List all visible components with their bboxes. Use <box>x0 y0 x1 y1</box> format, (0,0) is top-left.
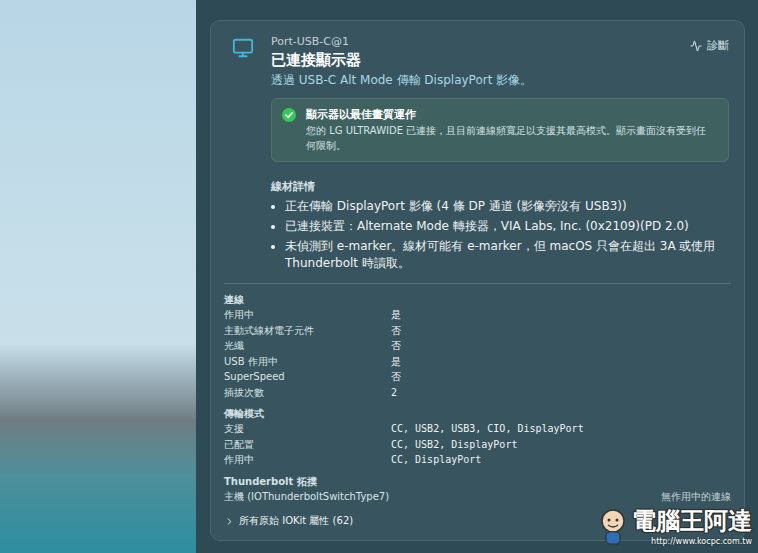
disclosure-label: 所有原始 IOKit 屬性 (62) <box>239 514 353 528</box>
cable-item: 正在傳輸 DisplayPort 影像 (4 條 DP 通道 (影像旁沒有 US… <box>285 198 729 215</box>
row-value: CC, DisplayPort <box>391 452 731 468</box>
row-value: 否 <box>391 338 731 354</box>
watermark: 電腦王阿達http://www.kocpc.com.tw <box>598 506 752 547</box>
info-row: 光纖否 <box>224 338 731 354</box>
row-label: 支援 <box>224 421 391 437</box>
watermark-name: 電腦王阿達 <box>632 506 752 536</box>
cable-list: 正在傳輸 DisplayPort 影像 (4 條 DP 通道 (影像旁沒有 US… <box>271 198 729 272</box>
row-label: 作用中 <box>224 452 391 468</box>
diagnostics-button[interactable]: 診斷 <box>688 34 731 57</box>
card-header: Port-USB-C@1已連接顯示器透過 USB-C Alt Mode 傳輸 D… <box>224 34 731 89</box>
row-label: 光纖 <box>224 338 391 354</box>
status-text: 顯示器以最佳畫質運作您的 LG ULTRAWIDE 已連接，且目前連線頻寬足以支… <box>306 107 716 153</box>
info-section: Thunderbolt 拓撲主機 (IOThunderboltSwitchTyp… <box>224 474 731 505</box>
info-row: 作用中CC, DisplayPort <box>224 452 731 468</box>
row-value: CC, USB2, DisplayPort <box>391 437 731 453</box>
row-value: CC, USB2, USB3, CIO, DisplayPort <box>391 421 731 437</box>
waveform-icon <box>690 40 702 52</box>
row-value: 否 <box>391 369 731 385</box>
row-label: SuperSpeed <box>224 369 391 385</box>
cable-item: 已連接裝置：Alternate Mode 轉接器，VIA Labs, Inc. … <box>285 218 729 235</box>
row-label: 作用中 <box>224 307 391 323</box>
section-title: Thunderbolt 拓撲 <box>224 474 731 489</box>
port-subtitle: 透過 USB-C Alt Mode 傳輸 DisplayPort 影像。 <box>271 71 671 89</box>
row-label: USB 作用中 <box>224 354 391 370</box>
diagnostics-label: 診斷 <box>707 38 729 53</box>
info-row: 已配置CC, USB2, DisplayPort <box>224 437 731 453</box>
status-box: 顯示器以最佳畫質運作您的 LG ULTRAWIDE 已連接，且目前連線頻寬足以支… <box>271 98 729 162</box>
info-section: 傳輸模式支援CC, USB2, USB3, CIO, DisplayPort已配… <box>224 406 731 468</box>
info-row: USB 作用中是 <box>224 354 731 370</box>
status-message: 您的 LG ULTRAWIDE 已連接，且目前連線頻寬足以支援其最高模式。顯示畫… <box>306 123 716 153</box>
row-value: 是 <box>391 307 731 323</box>
row-label: 主機 (IOThunderboltSwitchType7) <box>224 489 389 505</box>
iokit-disclosure[interactable]: 所有原始 IOKit 屬性 (62) <box>224 512 353 530</box>
watermark-text: 電腦王阿達http://www.kocpc.com.tw <box>632 506 752 547</box>
info-section: 連線作用中是主動式線材電子元件否光纖否USB 作用中是SuperSpeed否插拔… <box>224 292 731 400</box>
row-value: 是 <box>391 354 731 370</box>
divider <box>224 283 731 284</box>
row-value: 否 <box>391 323 731 339</box>
cable-heading: 線材詳情 <box>271 179 729 195</box>
details: 顯示器以最佳畫質運作您的 LG ULTRAWIDE 已連接，且目前連線頻寬足以支… <box>271 89 729 275</box>
desktop-wallpaper <box>0 0 196 553</box>
info-row: 作用中是 <box>224 307 731 323</box>
header-text: Port-USB-C@1已連接顯示器透過 USB-C Alt Mode 傳輸 D… <box>271 34 671 89</box>
port-name: Port-USB-C@1 <box>271 34 671 50</box>
port-panel: Port-USB-C@1已連接顯示器透過 USB-C Alt Mode 傳輸 D… <box>196 0 758 553</box>
port-title: 已連接顯示器 <box>271 50 671 71</box>
section-title: 傳輸模式 <box>224 406 731 421</box>
section-title: 連線 <box>224 292 731 307</box>
row-label: 主動式線材電子元件 <box>224 323 391 339</box>
port-card: Port-USB-C@1已連接顯示器透過 USB-C Alt Mode 傳輸 D… <box>210 20 745 541</box>
check-circle-icon <box>282 108 296 122</box>
chevron-icon <box>224 516 235 527</box>
watermark-url: http://www.kocpc.com.tw <box>651 536 752 547</box>
info-row: 主機 (IOThunderboltSwitchType7) 無作用中的連線 <box>224 489 731 505</box>
row-label: 已配置 <box>224 437 391 453</box>
info-row: 主動式線材電子元件否 <box>224 323 731 339</box>
monitor-icon <box>232 37 254 59</box>
screen: Port-USB-C@1已連接顯示器透過 USB-C Alt Mode 傳輸 D… <box>0 0 758 553</box>
info-row: 插拔次數2 <box>224 385 731 401</box>
status-title: 顯示器以最佳畫質運作 <box>306 107 716 123</box>
cable-item: 未偵測到 e-marker。線材可能有 e-marker，但 macOS 只會在… <box>285 238 729 272</box>
info-row: SuperSpeed否 <box>224 369 731 385</box>
info-row: 支援CC, USB2, USB3, CIO, DisplayPort <box>224 421 731 437</box>
row-value: 2 <box>391 385 731 401</box>
row-value: 無作用中的連線 <box>661 489 731 505</box>
mascot-icon <box>598 508 628 546</box>
row-label: 插拔次數 <box>224 385 391 401</box>
